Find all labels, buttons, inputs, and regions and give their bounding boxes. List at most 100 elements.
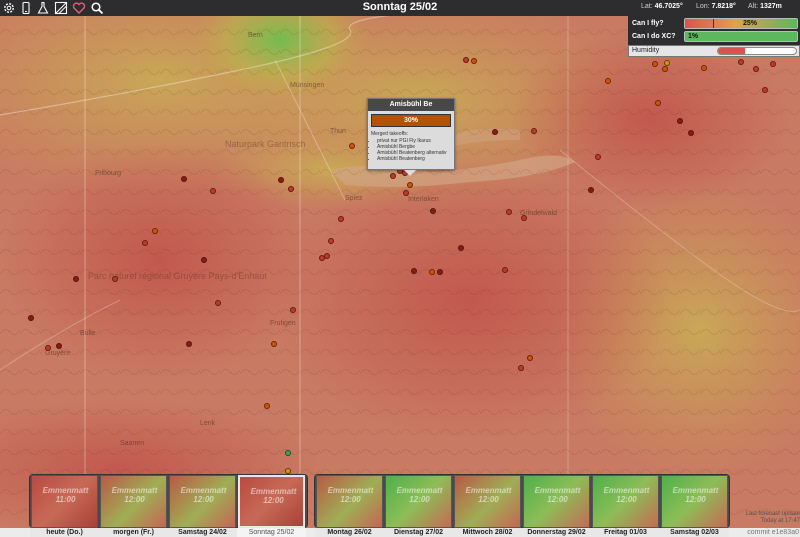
takeoff-marker[interactable]: [527, 355, 533, 361]
takeoff-marker[interactable]: [288, 186, 294, 192]
last-update-line-2: Today at 17:47: [760, 518, 800, 524]
map-heatmap: [0, 0, 800, 537]
commit-hash: commit e1e83a0: [747, 529, 799, 536]
day-label[interactable]: Montag 26/02: [315, 528, 384, 537]
takeoff-marker[interactable]: [152, 228, 158, 234]
takeoff-marker[interactable]: [518, 365, 524, 371]
takeoff-marker[interactable]: [411, 268, 417, 274]
forecast-map[interactable]: Bern Münsingen Thun Fribourg Bulle Gruyè…: [0, 0, 800, 537]
takeoff-marker[interactable]: [390, 173, 396, 179]
day-thumbnail[interactable]: Emmenmatt 12:00: [169, 475, 236, 528]
day-thumbnail-caption: Emmenmatt 12:00: [534, 486, 581, 504]
image-icon[interactable]: [54, 1, 68, 15]
day-thumbnail[interactable]: Emmenmatt 11:00: [31, 475, 98, 528]
takeoff-marker[interactable]: [319, 255, 325, 261]
day-thumbnail[interactable]: Emmenmatt 12:00: [385, 475, 452, 528]
day-label[interactable]: Mittwoch 28/02: [453, 528, 522, 537]
popup-merged-label: Merged takeoffs:: [371, 131, 409, 137]
takeoff-marker[interactable]: [662, 66, 668, 72]
takeoff-marker[interactable]: [271, 341, 277, 347]
humidity-row: Humidity: [628, 45, 800, 57]
day-thumbnail[interactable]: Emmenmatt 12:00: [454, 475, 521, 528]
can-i-do-xc-bar: 1%: [684, 31, 798, 42]
longitude-readout: Lon: 7.8218°: [696, 3, 736, 10]
takeoff-marker[interactable]: [701, 65, 707, 71]
can-i-do-xc-value: 1%: [688, 33, 699, 40]
phone-icon[interactable]: [19, 1, 33, 15]
takeoff-marker[interactable]: [458, 245, 464, 251]
takeoff-marker[interactable]: [264, 403, 270, 409]
takeoff-marker[interactable]: [215, 300, 221, 306]
day-label[interactable]: Sonntag 25/02: [237, 528, 306, 537]
takeoff-marker[interactable]: [112, 276, 118, 282]
takeoff-marker[interactable]: [73, 276, 79, 282]
day-thumbnail[interactable]: Emmenmatt 12:00: [661, 475, 728, 528]
takeoff-marker[interactable]: [437, 269, 443, 275]
takeoff-marker[interactable]: [753, 66, 759, 72]
takeoff-marker[interactable]: [521, 215, 527, 221]
takeoff-marker[interactable]: [328, 238, 334, 244]
takeoff-marker[interactable]: [588, 187, 594, 193]
takeoff-marker[interactable]: [142, 240, 148, 246]
takeoff-marker[interactable]: [506, 209, 512, 215]
can-i-fly-label: Can I fly?: [632, 20, 664, 27]
takeoff-marker[interactable]: [28, 315, 34, 321]
takeoff-marker[interactable]: [338, 216, 344, 222]
search-icon[interactable]: [90, 1, 104, 15]
day-thumbnail-caption: Emmenmatt 12:00: [327, 486, 374, 504]
takeoff-marker[interactable]: [655, 100, 661, 106]
day-label[interactable]: Freitag 01/03: [591, 528, 660, 537]
takeoff-marker[interactable]: [285, 450, 291, 456]
takeoff-marker[interactable]: [45, 345, 51, 351]
day-thumbnail-caption: Emmenmatt 12:00: [396, 486, 443, 504]
day-thumbnail[interactable]: Emmenmatt 12:00: [316, 475, 383, 528]
day-label[interactable]: Samstag 02/03: [660, 528, 729, 537]
day-label[interactable]: Dienstag 27/02: [384, 528, 453, 537]
takeoff-marker[interactable]: [430, 208, 436, 214]
takeoff-marker[interactable]: [278, 177, 284, 183]
takeoff-marker[interactable]: [652, 61, 658, 67]
takeoff-marker[interactable]: [531, 128, 537, 134]
day-thumbnail-caption: Emmenmatt 12:00: [180, 486, 227, 504]
flask-icon[interactable]: [36, 1, 50, 15]
takeoff-marker[interactable]: [429, 269, 435, 275]
day-label[interactable]: heute (Do.): [30, 528, 99, 537]
takeoff-marker[interactable]: [688, 130, 694, 136]
takeoff-marker[interactable]: [181, 176, 187, 182]
day-thumbnail[interactable]: Emmenmatt 12:00: [592, 475, 659, 528]
takeoff-popup[interactable]: Amisbühl Be 30% Merged takeoffs: privat …: [367, 98, 455, 170]
heart-icon[interactable]: [72, 1, 86, 15]
takeoff-marker[interactable]: [201, 257, 207, 263]
takeoff-marker[interactable]: [407, 182, 413, 188]
takeoff-marker[interactable]: [471, 58, 477, 64]
can-i-do-xc-label: Can I do XC?: [632, 33, 676, 40]
gear-icon[interactable]: [2, 1, 16, 15]
takeoff-marker[interactable]: [403, 190, 409, 196]
takeoff-marker[interactable]: [210, 188, 216, 194]
day-thumbnail-caption: Emmenmatt 12:00: [111, 486, 158, 504]
day-thumbnail[interactable]: Emmenmatt 12:00: [523, 475, 590, 528]
day-thumbnail[interactable]: Emmenmatt 12:00: [100, 475, 167, 528]
takeoff-marker[interactable]: [492, 129, 498, 135]
takeoff-marker[interactable]: [770, 61, 776, 67]
takeoff-marker[interactable]: [290, 307, 296, 313]
day-thumbnail-caption: Emmenmatt 12:00: [250, 487, 297, 505]
takeoff-marker[interactable]: [677, 118, 683, 124]
day-label[interactable]: morgen (Fr.): [99, 528, 168, 537]
takeoff-marker[interactable]: [605, 78, 611, 84]
takeoff-marker[interactable]: [349, 143, 355, 149]
last-forecast-update: Last forecast update Today at 17:47: [742, 511, 800, 525]
takeoff-marker[interactable]: [56, 343, 62, 349]
day-label[interactable]: Samstag 24/02: [168, 528, 237, 537]
takeoff-marker[interactable]: [463, 57, 469, 63]
takeoff-marker[interactable]: [595, 154, 601, 160]
day-thumbnail-caption: Emmenmatt 12:00: [603, 486, 650, 504]
day-label[interactable]: Donnerstag 29/02: [522, 528, 591, 537]
takeoff-marker[interactable]: [502, 267, 508, 273]
day-thumbnail[interactable]: Emmenmatt 12:00: [238, 475, 305, 528]
can-i-fly-marker: [713, 19, 714, 28]
takeoff-marker[interactable]: [186, 341, 192, 347]
takeoff-marker[interactable]: [738, 59, 744, 65]
top-bar: Sonntag 25/02 Lat: 46.7025° Lon: 7.8218°…: [0, 0, 800, 16]
takeoff-marker[interactable]: [762, 87, 768, 93]
